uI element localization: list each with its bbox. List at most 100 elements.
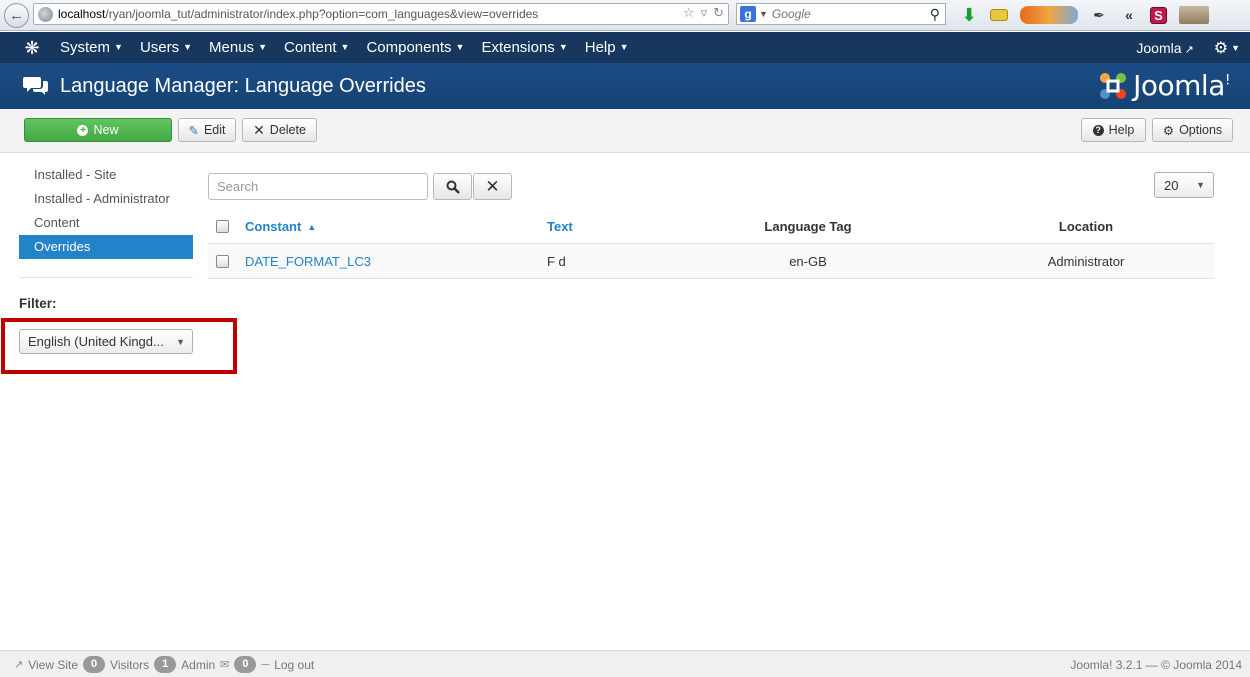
nav-menu: System ▼ Users ▼ Menus ▼ Content ▼ Component…: [60, 32, 646, 63]
help-button-label: Help: [1108, 123, 1135, 137]
messages-count-badge[interactable]: 0: [234, 656, 257, 673]
nav-item-content[interactable]: Content ▼: [284, 39, 349, 56]
help-button[interactable]: ? Help: [1081, 118, 1146, 142]
visitors-label: Visitors: [110, 657, 150, 672]
header-language-tag: Language Tag: [764, 219, 852, 234]
options-button[interactable]: ⚙ Options: [1152, 118, 1233, 142]
logout-link[interactable]: Log out: [274, 658, 314, 672]
new-button[interactable]: + New: [24, 118, 172, 142]
url-text: localhost/ryan/joomla_tut/administrator/…: [58, 7, 538, 21]
sidebar-item-installed-site[interactable]: Installed - Site: [19, 163, 193, 187]
row-constant[interactable]: DATE_FORMAT_LC3: [245, 244, 371, 278]
search-button[interactable]: [433, 173, 472, 200]
magnifier-icon[interactable]: ⚲: [930, 6, 940, 23]
chevron-down-icon: ▼: [1231, 42, 1240, 53]
firefox-persona-icon[interactable]: [1020, 6, 1078, 24]
close-icon: ✕: [253, 121, 265, 138]
header-check-cell: [216, 210, 229, 243]
user-settings-menu[interactable]: ⚙ ▼: [1214, 38, 1240, 58]
brand-text: Joomla!: [1133, 69, 1230, 102]
clear-search-button[interactable]: ✕: [473, 173, 512, 200]
nav-item-users[interactable]: Users ▼: [140, 39, 192, 56]
nav-item-components[interactable]: Components ▼: [366, 39, 464, 56]
search-input[interactable]: Search: [208, 173, 428, 200]
joomla-brand: Joomla!: [1097, 69, 1231, 102]
header-text[interactable]: Text: [547, 210, 573, 243]
nav-item-label: Components: [366, 39, 452, 56]
row-check-cell: [216, 244, 229, 278]
s-extension-icon[interactable]: S: [1150, 6, 1167, 24]
header-text-label: Text: [547, 219, 573, 234]
new-button-label: New: [93, 123, 119, 137]
browser-search-placeholder: Google: [771, 7, 811, 21]
download-arrow-icon[interactable]: ⬇: [960, 5, 978, 25]
browser-toolbar: ← localhost/ryan/joomla_tut/administrato…: [0, 0, 1250, 31]
bookmark-star-icon[interactable]: ☆: [683, 5, 695, 21]
view-site-link[interactable]: View Site: [28, 658, 78, 672]
toolbar-extension-icon[interactable]: [990, 9, 1008, 21]
status-bar: ↗ View Site 0 Visitors 1 Admin ✉ 0 ─ Log…: [0, 650, 1250, 677]
admin-count-badge: 1: [154, 656, 177, 673]
external-link-icon: ↗: [1184, 43, 1194, 56]
chevron-down-icon: ▼: [114, 42, 123, 52]
list-limit-value: 20: [1164, 177, 1179, 193]
sidebar-item-content[interactable]: Content: [19, 211, 193, 235]
gear-icon: ⚙: [1162, 123, 1175, 138]
edit-button[interactable]: ✎ Edit: [178, 118, 236, 142]
brand-mark: !: [1224, 72, 1231, 89]
site-link[interactable]: Joomla ↗: [1136, 40, 1193, 56]
list-limit-select[interactable]: 20 ▼: [1154, 172, 1214, 198]
nav-item-label: Menus: [209, 39, 255, 56]
gear-icon: ⚙: [1213, 39, 1229, 57]
dropdown-arrow-icon[interactable]: ▿: [701, 5, 708, 21]
sidebar-divider: [19, 277, 193, 278]
page-title: Language Manager: Language Overrides: [60, 75, 426, 97]
eyedropper-icon[interactable]: ✒: [1090, 6, 1108, 24]
engine-caret-icon[interactable]: ▼: [759, 9, 768, 19]
header-location: Location: [1058, 219, 1114, 234]
search-icon: [446, 180, 460, 194]
nav-item-label: Content: [283, 39, 337, 56]
header-constant-label: Constant: [245, 219, 302, 234]
menu-arrow-icon[interactable]: «: [1120, 6, 1138, 24]
joomla-logo-icon[interactable]: ❋: [22, 38, 42, 58]
joomla-logo-icon: [1100, 72, 1127, 99]
sidebar-item-overrides[interactable]: Overrides: [19, 235, 193, 259]
page-header: Language Manager: Language Overrides Joo…: [0, 63, 1250, 109]
delete-button[interactable]: ✕ Delete: [242, 118, 317, 142]
admin-label: Admin: [181, 657, 216, 672]
back-arrow-icon[interactable]: ←: [4, 3, 29, 28]
nav-item-label: System: [60, 39, 111, 56]
minus-icon: ─: [261, 658, 270, 671]
edit-button-label: Edit: [203, 123, 226, 137]
browser-search-box[interactable]: g ▼ Google ⚲: [736, 3, 946, 25]
header-constant[interactable]: Constant ▲: [245, 210, 316, 243]
chevron-down-icon: ▼: [183, 42, 193, 52]
url-host: localhost: [58, 7, 106, 21]
nav-item-help[interactable]: Help ▼: [585, 39, 629, 56]
nav-item-system[interactable]: System ▼: [60, 39, 123, 56]
sidebar-item-installed-administrator[interactable]: Installed - Administrator: [19, 187, 193, 211]
select-all-checkbox[interactable]: [216, 220, 229, 233]
row-checkbox[interactable]: [216, 254, 229, 268]
delete-button-label: Delete: [269, 123, 306, 137]
close-icon: ✕: [485, 176, 500, 196]
admin-navbar: ❋ System ▼ Users ▼ Menus ▼ Content ▼ Compone…: [0, 32, 1250, 63]
brand-name: Joomla: [1133, 69, 1225, 102]
chevron-down-icon: ▼: [258, 42, 267, 52]
reload-icon[interactable]: ↻: [713, 5, 724, 21]
plus-circle-icon: +: [77, 124, 89, 136]
annotation-highlight-box: [1, 318, 237, 374]
constant-link[interactable]: DATE_FORMAT_LC3: [245, 254, 371, 269]
action-toolbar: + New ✎ Edit ✕ Delete ? Help ⚙ Options: [0, 109, 1250, 153]
nav-item-extensions[interactable]: Extensions ▼: [481, 39, 567, 56]
globe-icon: [38, 6, 53, 22]
sort-asc-icon: ▲: [307, 221, 317, 232]
nav-right: Joomla ↗ ⚙ ▼: [1136, 32, 1240, 63]
ninja-extension-icon[interactable]: [1179, 6, 1209, 24]
sidebar: Installed - Site Installed - Administrat…: [19, 163, 193, 259]
comments-icon: [23, 77, 48, 95]
question-icon: ?: [1092, 124, 1104, 136]
address-bar[interactable]: localhost/ryan/joomla_tut/administrator/…: [33, 3, 729, 25]
nav-item-menus[interactable]: Menus ▼: [209, 39, 267, 56]
